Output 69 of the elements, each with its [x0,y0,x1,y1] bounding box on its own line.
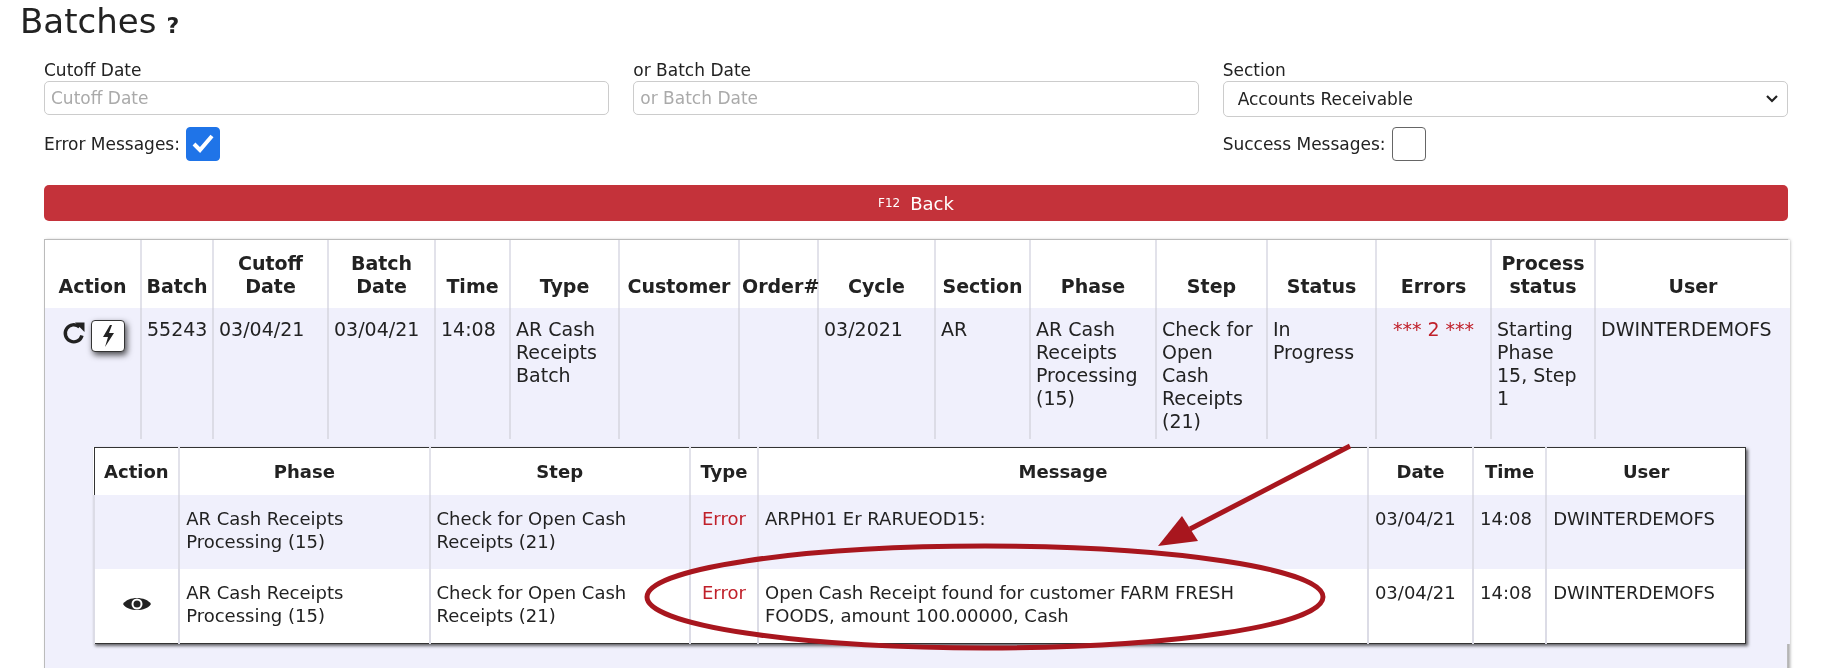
back-button[interactable]: F12 Back [44,185,1788,221]
table-cell: DWINTERDEMOFS [1601,318,1772,340]
column-header: Cycle [818,240,935,308]
column-header: Time [435,240,510,308]
table-cell: Error [702,508,746,529]
column-header: Type [510,240,619,308]
table-cell: 14:08 [1480,582,1532,603]
table-cell: ARPH01 Er RARUEOD15: [765,508,986,529]
help-icon[interactable]: ? [166,5,180,47]
column-header: Process status [1491,240,1595,308]
column-header: Action [45,240,141,308]
table-cell: 03/04/21 [1374,582,1456,603]
checkbox[interactable] [185,127,220,161]
lightning-icon [100,324,115,348]
table-cell: DWINTERDEMOFS [1553,508,1715,529]
column-header: Cutoff Date [213,240,328,308]
column-header: Errors [1376,240,1491,308]
column-header: Phase [179,447,430,495]
field-label: Section [1222,59,1287,81]
table-cell: 55243 [147,318,208,340]
column-header: Order# [739,240,818,308]
column-header: Time [1473,447,1547,495]
date-field[interactable]: or Batch Date [633,81,1199,115]
column-header: Step [429,447,690,495]
table-cell: AR Cash Receipts Processing (15) [186,582,344,626]
column-header: User [1546,447,1746,495]
table-cell: AR [941,318,968,340]
table-cell: Starting Phase 15, Step 1 [1497,318,1577,409]
field-label: Cutoff Date [44,59,143,81]
column-header: Type [689,447,758,495]
table-cell: 03/04/21 [334,318,420,340]
table-cell: Check for Open Cash Receipts (21) [1162,318,1253,432]
table-cell: *** 2 *** [1392,318,1475,340]
checkbox-label: Error Messages: [44,134,180,154]
page-title: Batches [20,0,157,42]
column-header: Customer [619,240,739,308]
run-button[interactable] [90,320,125,352]
column-header: Status [1267,240,1376,308]
field-label: or Batch Date [633,59,753,81]
column-header: Batch Date [328,240,435,308]
checkbox[interactable] [1391,127,1426,161]
column-header: Phase [1030,240,1156,308]
table-cell: Error [702,582,746,603]
table-cell: AR Cash Receipts Processing (15) [186,508,344,552]
section-dropdown[interactable]: Accounts Receivable [1222,81,1788,117]
table-cell: In Progress [1273,318,1355,363]
table-cell: Open Cash Receipt found for customer FARM FRESH FOODS, amount 100.00000, Cash [765,582,1235,626]
chevron-down-icon [1765,94,1779,104]
date-field[interactable]: Cutoff Date [44,81,610,115]
column-header: Message [758,447,1368,495]
column-header: Section [935,240,1030,308]
table-cell: AR Cash Receipts Processing (15) [1036,318,1138,409]
column-header: Batch [141,240,213,308]
column-header: Date [1367,447,1474,495]
checkbox-label: Success Messages: [1222,134,1386,154]
column-header: Step [1156,240,1267,308]
checkmark-icon [190,133,215,155]
table-cell: 03/2021 [824,318,903,340]
table-cell: 14:08 [1480,508,1532,529]
table-cell: DWINTERDEMOFS [1553,582,1715,603]
table-cell: 03/04/21 [219,318,305,340]
table-cell: 14:08 [441,318,496,340]
table-cell: AR Cash Receipts Batch [516,318,597,386]
table-cell: 03/04/21 [1374,508,1456,529]
column-header: User [1595,240,1790,308]
table-cell: Check for Open Cash Receipts (21) [436,582,627,626]
eye-icon[interactable] [121,595,152,613]
table-cell: Check for Open Cash Receipts (21) [436,508,627,552]
column-header: Action [94,447,180,495]
